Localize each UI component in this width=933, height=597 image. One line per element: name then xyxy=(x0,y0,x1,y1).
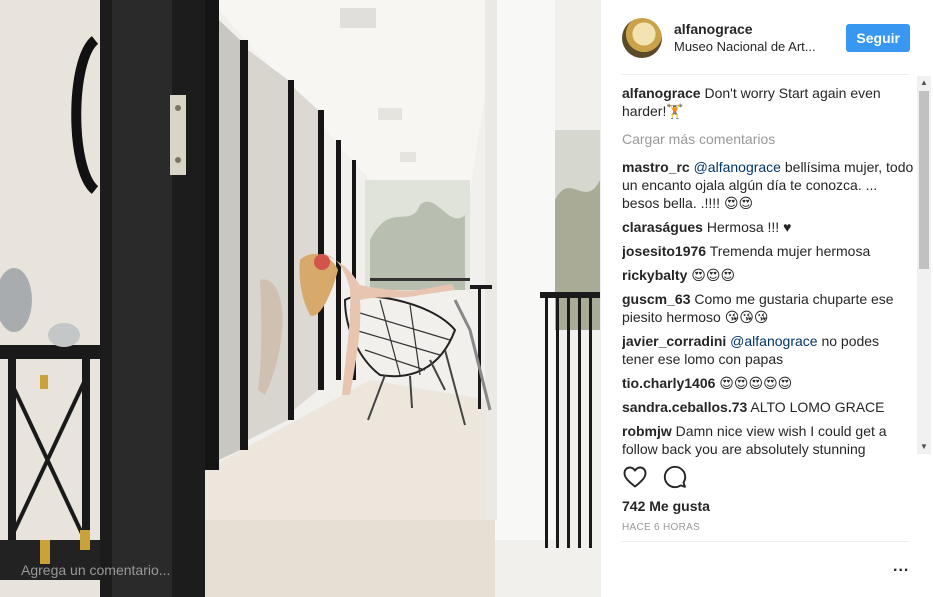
load-more-comments-link[interactable]: Cargar más comentarios xyxy=(622,130,914,148)
comment-item: mastro_rc @alfanograce bellísima mujer, … xyxy=(622,158,914,212)
more-options-icon[interactable]: ... xyxy=(893,558,909,576)
post-timestamp[interactable]: HACE 6 HORAS xyxy=(622,522,700,533)
comment-item: robmjw Damn nice view wish I could get a… xyxy=(622,422,914,457)
comment-text: Hermosa !!! ♥ xyxy=(706,219,792,235)
header-divider xyxy=(621,74,909,75)
follow-button[interactable]: Seguir xyxy=(846,23,910,52)
scroll-up-arrow-icon[interactable]: ▲ xyxy=(917,76,931,90)
scroll-down-arrow-icon[interactable]: ▼ xyxy=(917,440,931,454)
comment-username[interactable]: rickybalty xyxy=(622,267,687,283)
comment-mention-link[interactable]: @alfanograce xyxy=(730,333,817,349)
post-header: alfanograce Museo Nacional de Art... Seg… xyxy=(601,0,933,75)
header-location[interactable]: Museo Nacional de Art... xyxy=(674,38,834,56)
comment-item: sandra.ceballos.73 ALTO LOMO GRACE xyxy=(622,398,914,416)
comment-text: ALTO LOMO GRACE xyxy=(750,399,885,415)
heart-icon xyxy=(623,466,647,488)
comment-mention-link[interactable]: @alfanograce xyxy=(694,159,781,175)
comment-rows: mastro_rc @alfanograce bellísima mujer, … xyxy=(622,158,914,457)
post-photo[interactable] xyxy=(0,0,600,597)
header-text: alfanograce Museo Nacional de Art... xyxy=(674,20,846,56)
comment-username[interactable]: robmjw xyxy=(622,423,672,439)
comment-icon xyxy=(663,465,687,489)
comments-scrollbar[interactable]: ▲ ▼ xyxy=(917,76,931,454)
comment-username[interactable]: sandra.ceballos.73 xyxy=(622,399,747,415)
caption-username[interactable]: alfanograce xyxy=(622,85,701,101)
comment-username[interactable]: josesito1976 xyxy=(622,243,706,259)
comment-item: josesito1976 Tremenda mujer hermosa xyxy=(622,242,914,260)
like-button[interactable] xyxy=(622,464,648,490)
comment-username[interactable]: tio.charly1406 xyxy=(622,375,715,391)
comment-username[interactable]: mastro_rc xyxy=(622,159,690,175)
post-actions xyxy=(622,464,688,490)
comment-username[interactable]: claraságues xyxy=(622,219,703,235)
comment-username[interactable]: guscm_63 xyxy=(622,291,690,307)
header-username[interactable]: alfanograce xyxy=(674,20,846,38)
comment-text: 😍😍😍😍😍 xyxy=(719,375,793,391)
caption: alfanograce Don't worry Start again even… xyxy=(622,84,914,120)
comment-item: claraságues Hermosa !!! ♥ xyxy=(622,218,914,236)
comment-item: rickybalty 😍😍😍 xyxy=(622,266,914,284)
comment-username[interactable]: javier_corradini xyxy=(622,333,726,349)
comment-item: guscm_63 Como me gustaria chuparte ese p… xyxy=(622,290,914,326)
likes-count[interactable]: 742 Me gusta xyxy=(622,498,710,514)
post-side-panel: alfanograce Museo Nacional de Art... Seg… xyxy=(600,0,933,597)
comment-button[interactable] xyxy=(662,464,688,490)
balcony-photo-illustration xyxy=(0,0,600,597)
scrollbar-thumb[interactable] xyxy=(919,91,929,269)
comment-text: 😍😍😍 xyxy=(691,267,736,283)
instagram-post-modal: alfanograce Museo Nacional de Art... Seg… xyxy=(0,0,933,597)
comments-list[interactable]: alfanograce Don't worry Start again even… xyxy=(622,84,914,457)
comment-item: javier_corradini @alfanograce no podes t… xyxy=(622,332,914,368)
footer-divider xyxy=(621,541,909,542)
comment-text: Tremenda mujer hermosa xyxy=(709,243,871,259)
avatar[interactable] xyxy=(622,17,662,58)
comment-item: tio.charly1406 😍😍😍😍😍 xyxy=(622,374,914,392)
add-comment-input[interactable]: Agrega un comentario... xyxy=(21,562,170,578)
